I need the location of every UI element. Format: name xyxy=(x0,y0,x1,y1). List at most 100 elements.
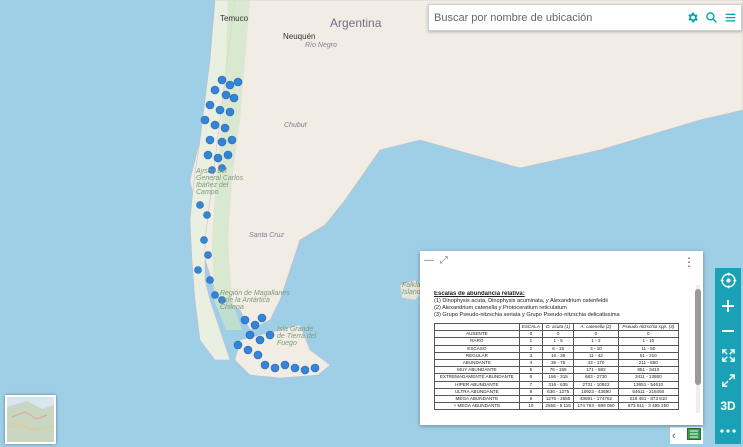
legend-panel: — ⤢ ⋮ Escalas de abundancia relativa: (1… xyxy=(420,251,703,425)
location-search-bar[interactable]: Buscar por nombre de ubicación xyxy=(428,4,742,31)
table-row: REGULAR 3 16 - 35 11 - 42 51 - 210 xyxy=(434,351,680,360)
table-cell: RARO xyxy=(434,337,520,346)
search-icon[interactable] xyxy=(703,9,720,26)
table-row: + MEGA ABUNDANTE 10 2556 - 5 115 174 763 - … xyxy=(434,402,680,411)
table-cell: 10 xyxy=(518,402,543,411)
table-cell: 2 xyxy=(518,344,543,353)
back-icon[interactable]: ‹ xyxy=(672,430,676,442)
table-cell: 3411 - 13650 xyxy=(617,373,680,382)
legend-header: — ⤢ xyxy=(424,255,448,266)
table-cell: ULTRA ABUNDANTE xyxy=(434,387,520,396)
table-cell: 51 - 210 xyxy=(617,351,680,360)
table-row: MUY ABUNDANTE 5 76 - 155 171 - 682 851 - 341… xyxy=(434,366,680,375)
split-icon[interactable] xyxy=(715,368,741,393)
table-cell: 16 - 35 xyxy=(541,351,575,360)
table-cell: 316 - 635 xyxy=(541,380,575,389)
table-cell: 76 - 155 xyxy=(541,366,575,375)
table-cell: MEGA ABUNDANTE xyxy=(434,394,520,404)
legend-note-2: (2) Alexandrium catenella y Protoceratiu… xyxy=(434,305,567,311)
table-cell: 9 xyxy=(518,394,543,404)
table-row: ESCASO 2 6 - 15 3 - 10 11 - 50 xyxy=(434,344,680,353)
table-cell: 1 - 2 xyxy=(573,337,619,346)
table-cell: 1 - 10 xyxy=(617,337,680,346)
table-cell: ABUNDANTE xyxy=(434,358,520,368)
table-cell: 3 - 10 xyxy=(573,344,619,353)
scrollbar-thumb[interactable] xyxy=(695,289,701,385)
map-label-temuco: Temuco xyxy=(220,14,249,23)
table-cell: 3 xyxy=(518,351,543,360)
table-cell: 174 763 - 699 050 xyxy=(573,402,619,411)
table-cell: 683 - 2730 xyxy=(573,373,619,382)
fullscreen-icon[interactable] xyxy=(715,343,741,368)
table-header: A. catenella (2) xyxy=(573,322,619,332)
3d-toggle-button[interactable]: 3D xyxy=(715,393,741,418)
table-cell: HIPER ABUNDANTE xyxy=(434,380,520,389)
table-cell: 10923 - 43690 xyxy=(573,387,619,396)
table-cell: 2556 - 5 115 xyxy=(541,402,575,411)
table-row: AUSENTE 0 0 0 0 xyxy=(434,330,680,339)
gear-icon[interactable] xyxy=(684,9,701,26)
table-cell: 171 - 682 xyxy=(573,366,619,375)
expand-icon[interactable]: ⤢ xyxy=(440,255,448,266)
table-row: MEGA ABUNDANTE 9 1276 - 2555 43691 - 174762… xyxy=(434,394,680,404)
map-label-tierra-del-fuego: Isla Grande de Tierra del Fuego xyxy=(277,326,317,347)
table-cell: 43691 - 174762 xyxy=(573,394,619,404)
table-row: RARO 1 1 - 51 - 21 - 10 xyxy=(434,337,680,346)
table-cell: 0 xyxy=(617,330,680,339)
table-cell: 11 - 42 xyxy=(573,351,619,360)
table-cell: 7 xyxy=(518,380,543,389)
table-cell: 1 - 5 xyxy=(541,337,575,346)
table-cell: 5 xyxy=(518,366,543,375)
table-cell: 0 xyxy=(518,330,543,339)
legend-content: Escalas de abundancia relativa: (1) Dino… xyxy=(434,291,699,421)
legend-note-1: (1) Dinophysis acuta, Dinophysis acumina… xyxy=(434,298,608,304)
table-row: HIPER ABUNDANTE 7 316 - 635 2731 - 10922 136… xyxy=(434,380,680,389)
legend-note-3: (3) Grupo Pseudo-nitzschia seriata y Gru… xyxy=(434,312,620,318)
legend-scrollbar[interactable] xyxy=(695,279,701,421)
zoom-in-icon[interactable] xyxy=(715,293,741,318)
table-cell: 156 - 315 xyxy=(541,373,575,382)
table-cell: 873 811 - 3 495 250 xyxy=(617,402,680,411)
table-cell: 4 xyxy=(518,358,543,368)
table-row: ABUNDANTE 4 36 - 75 43 - 170 211 - 850 xyxy=(434,358,680,368)
table-cell: 6 xyxy=(518,373,543,382)
compass-icon[interactable] xyxy=(715,268,741,293)
map-label-falklands: Falkland Islands xyxy=(402,282,429,296)
table-cell: ESCASO xyxy=(434,344,520,353)
table-cell: 36 - 75 xyxy=(541,358,575,368)
legend-toggle-bar: ‹ xyxy=(670,427,703,444)
table-cell: + MEGA ABUNDANTE xyxy=(434,402,520,411)
collapse-icon[interactable]: — xyxy=(424,255,434,266)
map-label-magallanes: Región de Magallanes y de la Antártica C… xyxy=(220,290,290,311)
vertical-dots-icon[interactable]: ⋮ xyxy=(683,255,695,269)
table-cell: 11 - 50 xyxy=(617,344,680,353)
basemap-switcher[interactable] xyxy=(5,395,56,444)
map-label-neuquen: Neuquén xyxy=(283,32,316,41)
abundance-table: ESCALA D. acuta (1) A. catenella (2) Pse… xyxy=(434,322,680,411)
table-cell: 43 - 170 xyxy=(573,358,619,368)
table-row: EXTREMADAMENTE ABUNDANTE 6 156 - 315 683 - … xyxy=(434,373,680,382)
table-cell: 13651 - 54610 xyxy=(617,380,680,389)
table-cell: 1 xyxy=(518,337,543,346)
search-input[interactable]: Buscar por nombre de ubicación xyxy=(429,12,684,24)
table-cell: 0 xyxy=(573,330,619,339)
more-icon[interactable] xyxy=(715,418,741,443)
table-cell: 6 - 15 xyxy=(541,344,575,353)
menu-icon[interactable] xyxy=(722,9,739,26)
table-cell: REGULAR xyxy=(434,351,520,360)
table-cell: 8 xyxy=(518,387,543,396)
table-cell: 218 451 - 873 810 xyxy=(617,394,680,404)
table-header: Pseudo-nitzschia spp. (3) xyxy=(617,322,680,332)
table-cell: 211 - 850 xyxy=(617,358,680,368)
table-cell: 54611 - 218450 xyxy=(617,387,680,396)
zoom-out-icon[interactable] xyxy=(715,318,741,343)
table-cell: 0 xyxy=(541,330,575,339)
map-label-rio-negro: Río Negro xyxy=(305,42,337,49)
map-toolbar: 3D xyxy=(715,268,741,444)
table-cell: 2731 - 10922 xyxy=(573,380,619,389)
table-cell: 636 - 1275 xyxy=(541,387,575,396)
table-cell: 851 - 3410 xyxy=(617,366,680,375)
map-label-aysen: Aysén del General Carlos Ibáñez del Camp… xyxy=(196,168,244,196)
layers-icon[interactable] xyxy=(687,427,701,445)
table-cell: AUSENTE xyxy=(434,330,520,339)
